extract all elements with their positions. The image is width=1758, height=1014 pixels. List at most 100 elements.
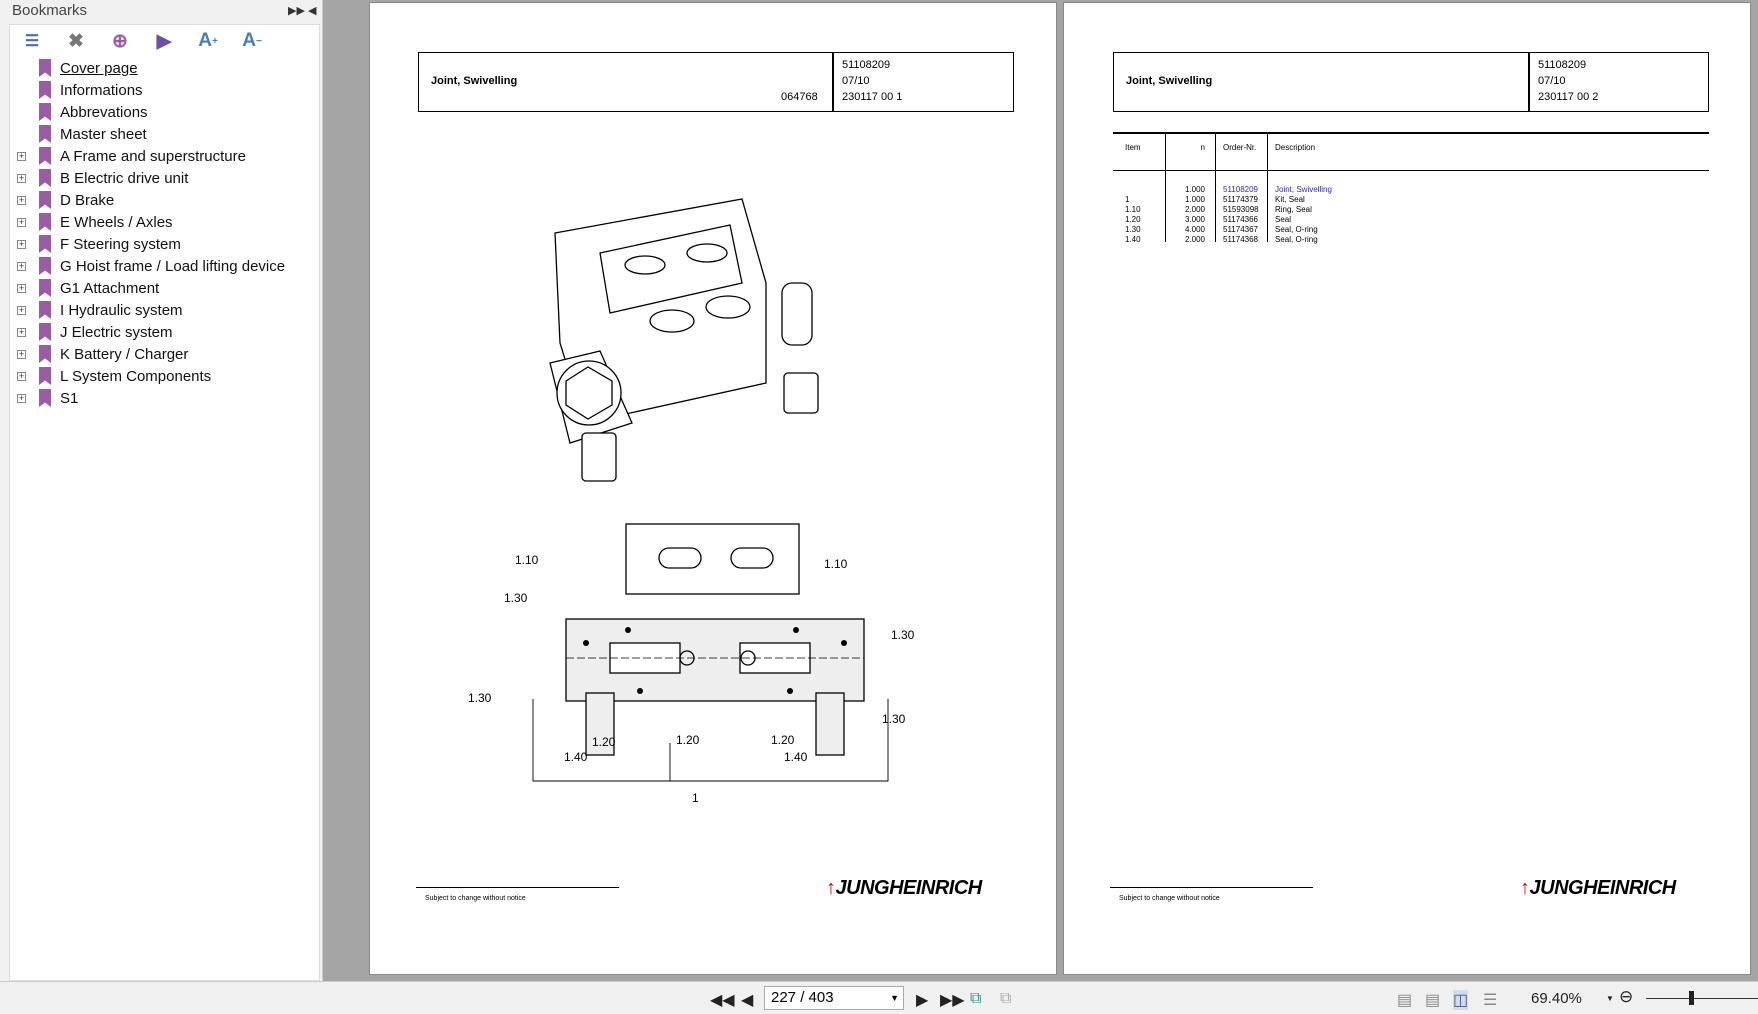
part-drawing: 1.10 1.10 1.30 1.30 1.30 1.30 1.20 1.20 1.20 1.40… bbox=[468, 198, 915, 803]
bookmark-item[interactable]: Master sheet bbox=[10, 123, 310, 145]
table-cell: 1 bbox=[1125, 195, 1130, 204]
previous-view-icon[interactable]: ⧉ bbox=[970, 990, 981, 1008]
table-cell: 1.000 bbox=[1184, 185, 1205, 194]
isometric-view bbox=[549, 198, 819, 482]
pdf-page-left: Joint, Swivelling 064768 51108209 07/10 … bbox=[369, 2, 1057, 975]
delete-bookmark-icon[interactable]: ✖ bbox=[64, 29, 88, 53]
table-header: n bbox=[1200, 143, 1205, 152]
expand-icon[interactable]: + bbox=[17, 393, 26, 403]
bookmark-icon bbox=[39, 59, 51, 77]
expand-icon[interactable]: + bbox=[17, 217, 26, 227]
table-header: Order-Nr. bbox=[1223, 143, 1257, 152]
table-cell: Seal bbox=[1275, 215, 1292, 224]
single-page-view-icon[interactable]: ▤ bbox=[1397, 990, 1412, 1010]
callout-label: 1.30 bbox=[504, 591, 528, 605]
expand-icon[interactable]: + bbox=[17, 239, 26, 249]
footer-line bbox=[416, 887, 619, 888]
increase-font-icon[interactable]: A + bbox=[196, 29, 220, 53]
callout-label: 1.20 bbox=[771, 733, 795, 747]
bookmarks-title: Bookmarks bbox=[12, 2, 88, 19]
bookmark-item[interactable]: Informations bbox=[10, 79, 310, 101]
zoom-slider[interactable] bbox=[1646, 998, 1758, 999]
bookmark-item[interactable]: + G1 Attachment bbox=[10, 277, 310, 299]
bookmarks-tree: ☰ ✖ ⊕ ▶ A + A − Cover page Informations Abbr… bbox=[9, 24, 320, 981]
expand-icon[interactable]: + bbox=[17, 195, 26, 205]
bookmark-icon bbox=[39, 389, 51, 407]
goto-bookmark-icon[interactable]: ▶ bbox=[152, 29, 176, 53]
table-cell: 1.000 bbox=[1184, 195, 1205, 204]
decrease-font-icon[interactable]: A − bbox=[240, 29, 264, 53]
bookmark-item[interactable]: + G Hoist frame / Load lifting device bbox=[10, 255, 310, 277]
bookmark-item[interactable]: + I Hydraulic system bbox=[10, 299, 310, 321]
jungheinrich-logo: ↑JUNGHEINRICH bbox=[1520, 877, 1676, 899]
bookmark-item[interactable]: + E Wheels / Axles bbox=[10, 211, 310, 233]
two-page-view-icon[interactable]: ◫ bbox=[1453, 990, 1469, 1010]
callout-label: 1.30 bbox=[882, 712, 906, 726]
table-cell: 4.000 bbox=[1184, 225, 1205, 234]
bookmark-icon bbox=[39, 279, 51, 297]
bookmark-icon bbox=[39, 323, 51, 341]
bookmark-icon bbox=[39, 257, 51, 275]
table-cell: Seal, O-ring bbox=[1275, 225, 1318, 234]
table-cell[interactable]: 51108209 bbox=[1223, 185, 1258, 194]
expand-icon[interactable]: + bbox=[17, 283, 26, 293]
callout-label: 1.30 bbox=[891, 628, 915, 642]
table-cell: 51174368 bbox=[1223, 235, 1258, 244]
bookmark-item[interactable]: + B Electric drive unit bbox=[10, 167, 310, 189]
bookmark-item[interactable]: + D Brake bbox=[10, 189, 310, 211]
table-cell: 1.20 bbox=[1125, 215, 1141, 224]
part-number: 51108209 bbox=[1538, 59, 1587, 71]
bookmark-item[interactable]: + L System Components bbox=[10, 365, 310, 387]
bookmark-options-icon[interactable]: ☰ bbox=[20, 29, 44, 53]
bookmark-item[interactable]: + S1 bbox=[10, 387, 310, 409]
bookmark-icon bbox=[39, 125, 51, 143]
table-header: Item bbox=[1125, 143, 1141, 152]
expand-icon[interactable]: + bbox=[17, 173, 26, 183]
zoom-dropdown-icon[interactable]: ▼ bbox=[1606, 994, 1614, 1003]
next-view-icon[interactable]: ⧉ bbox=[1000, 990, 1011, 1008]
expand-icon[interactable]: + bbox=[17, 261, 26, 271]
bookmark-icon bbox=[39, 367, 51, 385]
table-cell: 51174367 bbox=[1223, 225, 1258, 234]
expand-icon[interactable]: + bbox=[17, 305, 26, 315]
table-cell[interactable]: Joint, Swivelling bbox=[1275, 185, 1332, 194]
bookmark-item[interactable]: Cover page bbox=[10, 57, 310, 79]
table-cell: 51174379 bbox=[1223, 195, 1258, 204]
reference: 230117 00 2 bbox=[1538, 91, 1599, 103]
expand-icon[interactable]: + bbox=[17, 151, 26, 161]
first-page-button[interactable]: ◀◀ bbox=[710, 990, 735, 1010]
callout-label: 1.10 bbox=[515, 553, 539, 567]
bookmark-label: I Hydraulic system bbox=[60, 301, 183, 319]
bookmark-icon bbox=[39, 235, 51, 253]
add-bookmark-icon[interactable]: ⊕ bbox=[108, 29, 132, 53]
last-page-button[interactable]: ▶▶ bbox=[940, 990, 965, 1010]
table-header: Description bbox=[1275, 143, 1316, 152]
expand-panel-icon[interactable]: ▶▶ bbox=[288, 0, 305, 22]
bookmarks-header: Bookmarks ▶▶ ◀ bbox=[0, 0, 322, 22]
collapse-panel-icon[interactable]: ◀ bbox=[308, 0, 316, 22]
two-page-continuous-icon[interactable]: ☰ bbox=[1483, 990, 1497, 1010]
zoom-level[interactable]: 69.40% bbox=[1531, 990, 1582, 1007]
next-page-button[interactable]: ▶ bbox=[916, 990, 928, 1010]
continuous-view-icon[interactable]: ▤ bbox=[1425, 990, 1440, 1010]
bookmark-item[interactable]: + K Battery / Charger bbox=[10, 343, 310, 365]
table-cell: 3.000 bbox=[1184, 215, 1205, 224]
page-title: Joint, Swivelling bbox=[1126, 75, 1213, 87]
page-number-input[interactable]: 227 / 403 ▼ bbox=[764, 986, 904, 1010]
expand-icon[interactable]: + bbox=[17, 371, 26, 381]
bookmark-label: A Frame and superstructure bbox=[60, 147, 246, 165]
footer-note: Subject to change without notice bbox=[1119, 895, 1220, 902]
table-cell: 1.30 bbox=[1125, 225, 1141, 234]
bookmark-label: L System Components bbox=[60, 367, 212, 385]
bookmark-item[interactable]: + A Frame and superstructure bbox=[10, 145, 310, 167]
bookmark-item[interactable]: Abbrevations bbox=[10, 101, 310, 123]
zoom-slider-thumb[interactable] bbox=[1688, 991, 1694, 1005]
bookmark-icon bbox=[39, 169, 51, 187]
expand-icon[interactable]: + bbox=[17, 349, 26, 359]
zoom-out-icon[interactable]: ⊖ bbox=[1619, 987, 1633, 1007]
expand-icon[interactable]: + bbox=[17, 327, 26, 337]
title-block: Joint, Swivelling 51108209 07/10 230117 … bbox=[1113, 52, 1709, 112]
bookmark-item[interactable]: + J Electric system bbox=[10, 321, 310, 343]
previous-page-button[interactable]: ◀ bbox=[741, 990, 753, 1010]
bookmark-item[interactable]: + F Steering system bbox=[10, 233, 310, 255]
